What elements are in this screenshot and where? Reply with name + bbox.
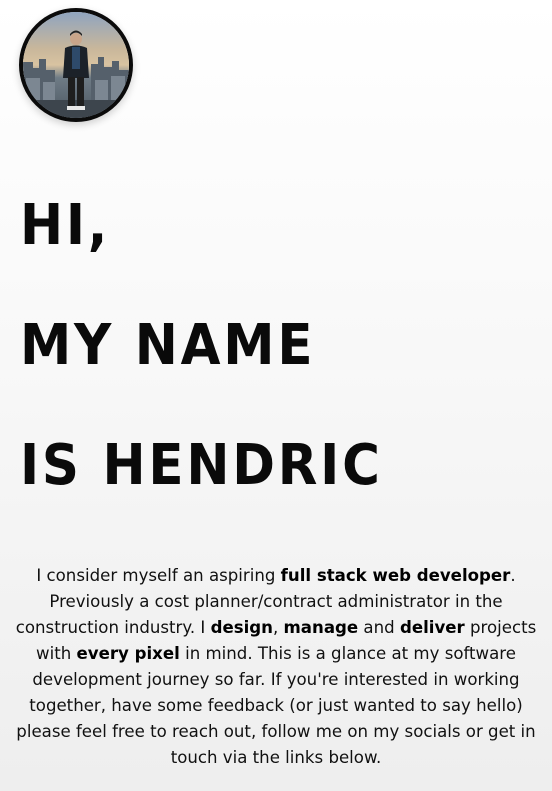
bio-highlight-design: design (210, 618, 273, 637)
avatar (19, 8, 133, 122)
bio-highlight-manage: manage (283, 618, 359, 637)
bio-text: , (272, 618, 284, 637)
profile-photo (23, 12, 129, 118)
bio-highlight-every-pixel: every pixel (76, 644, 180, 663)
bio-highlight-deliver: deliver (399, 618, 465, 637)
hero-name: IS HENDRIC (20, 433, 383, 498)
hero-name-intro: MY NAME (20, 313, 316, 378)
bio-text: I consider myself an aspiring (36, 566, 281, 585)
bio-highlight-role: full stack web developer (280, 566, 511, 585)
hero-greeting: HI, (20, 193, 111, 258)
bio-paragraph: I consider myself an aspiring full stack… (10, 563, 542, 771)
bio-text: and (358, 618, 400, 637)
